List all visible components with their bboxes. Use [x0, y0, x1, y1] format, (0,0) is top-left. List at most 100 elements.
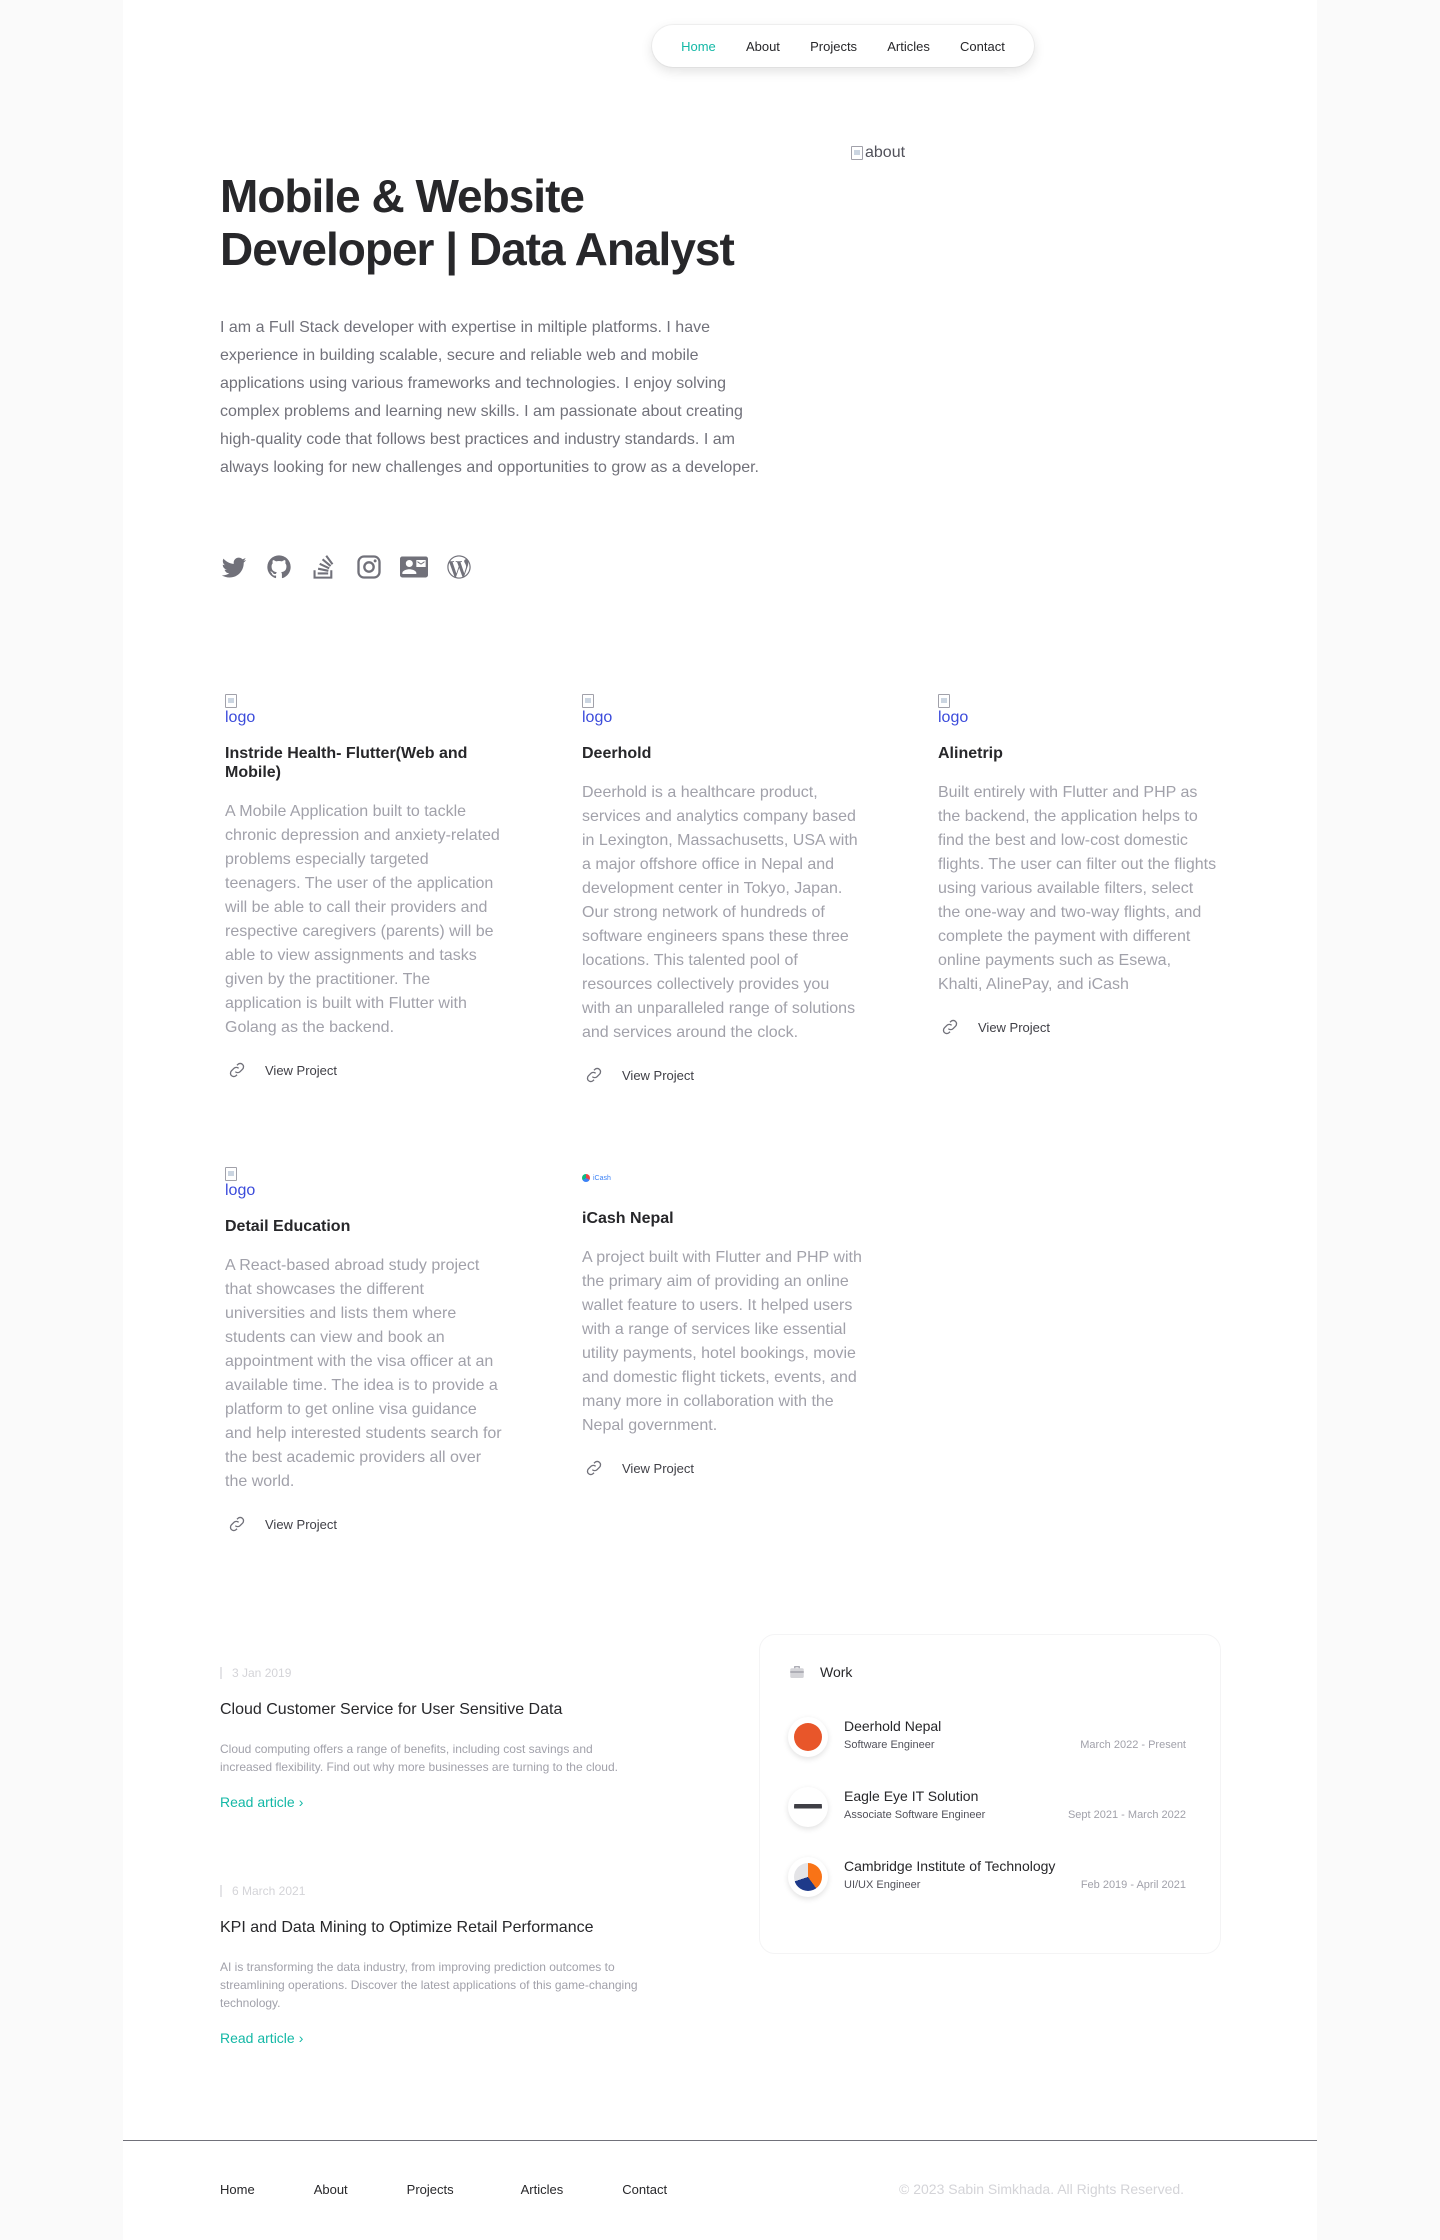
read-article-label: Read article [220, 1794, 295, 1810]
chevron-right-icon: › [298, 1794, 304, 1810]
nav-contact[interactable]: Contact [960, 39, 1005, 54]
view-project-link[interactable]: View Project [225, 1060, 505, 1080]
link-icon [229, 1516, 245, 1532]
top-nav: Home About Projects Articles Contact [652, 25, 1034, 67]
nav-about[interactable]: About [746, 39, 780, 54]
footer-projects[interactable]: Projects [407, 2182, 454, 2197]
broken-image-icon [851, 146, 863, 160]
link-icon [229, 1062, 245, 1078]
company-name: Eagle Eye IT Solution [844, 1788, 979, 1804]
job-period: March 2022 - Present [1080, 1739, 1186, 1751]
link-icon [586, 1460, 602, 1476]
company-logo [788, 1787, 828, 1827]
company-logo [788, 1717, 828, 1757]
broken-image-icon [225, 694, 237, 708]
broken-image-icon [582, 694, 594, 708]
article-title[interactable]: Cloud Customer Service for User Sensitiv… [220, 1700, 640, 1720]
job-item: Deerhold Nepal Software Engineer March 2… [788, 1717, 1192, 1757]
project-card: logo Alinetrip Built entirely with Flutt… [938, 694, 1218, 1037]
footer-articles[interactable]: Articles [521, 2182, 564, 2197]
page-container: Home About Projects Articles Contact Mob… [123, 0, 1317, 2240]
date-divider [220, 1667, 222, 1679]
work-heading-text: Work [820, 1664, 853, 1680]
view-project-label: View Project [265, 1516, 338, 1532]
project-title: Detail Education [225, 1218, 351, 1235]
project-logo: logo [938, 694, 1218, 726]
article-date: 3 Jan 2019 [220, 1666, 640, 1680]
project-logo: logo [225, 694, 505, 726]
view-project-label: View Project [622, 1067, 695, 1083]
project-description: A React-based abroad study project that … [225, 1257, 502, 1490]
view-project-link[interactable]: View Project [582, 1065, 862, 1085]
logo-alt-text: logo [582, 709, 613, 726]
company-name: Cambridge Institute of Technology [844, 1858, 1056, 1874]
read-article-link[interactable]: Read article › [220, 2030, 303, 2046]
github-icon[interactable] [265, 553, 293, 581]
article-date-text: 3 Jan 2019 [232, 1666, 292, 1680]
project-title: Instride Health- Flutter(Web and Mobile) [225, 745, 468, 781]
nav-home[interactable]: Home [681, 39, 716, 54]
job-period: Feb 2019 - April 2021 [1080, 1879, 1186, 1891]
footer-about[interactable]: About [314, 2182, 348, 2197]
view-project-label: View Project [978, 1019, 1051, 1035]
logo-alt-text: logo [225, 709, 256, 726]
copyright-text: © 2023 Sabin Simkhada. All Rights Reserv… [899, 2181, 1185, 2197]
mail-stack-icon[interactable] [400, 553, 428, 581]
footer-contact[interactable]: Contact [622, 2182, 667, 2197]
article-card: 3 Jan 2019 Cloud Customer Service for Us… [220, 1666, 640, 1812]
icash-mark-icon [582, 1174, 590, 1182]
job-role: UI/UX Engineer [844, 1879, 921, 1891]
article-title[interactable]: KPI and Data Mining to Optimize Retail P… [220, 1918, 640, 1938]
icash-logo-text: iCash [593, 1174, 611, 1182]
logo-alt-text: logo [225, 1182, 256, 1199]
article-summary: AI is transforming the data industry, fr… [220, 1960, 638, 2010]
about-image-alt: about [865, 144, 906, 161]
hero-description: I am a Full Stack developer with experti… [220, 319, 759, 476]
project-description: Deerhold is a healthcare product, servic… [582, 784, 858, 1041]
job-role: Software Engineer [844, 1739, 935, 1751]
read-article-link[interactable]: Read article › [220, 1794, 303, 1810]
social-links [220, 553, 473, 581]
hero-title: Mobile & Website Developer | Data Analys… [220, 170, 735, 275]
project-title: Alinetrip [938, 745, 1003, 762]
icash-logo: iCash [582, 1172, 862, 1184]
article-date-text: 6 March 2021 [232, 1884, 306, 1898]
link-icon [942, 1019, 958, 1035]
link-icon [586, 1067, 602, 1083]
company-logo [788, 1857, 828, 1897]
company-name: Deerhold Nepal [844, 1718, 942, 1734]
project-logo: logo [582, 694, 862, 726]
twitter-icon[interactable] [220, 553, 248, 581]
about-image: about [851, 144, 1151, 444]
view-project-link[interactable]: View Project [582, 1458, 862, 1478]
project-card: logo Instride Health- Flutter(Web and Mo… [225, 694, 505, 1080]
project-title: Deerhold [582, 745, 652, 762]
job-period: Sept 2021 - March 2022 [1067, 1809, 1186, 1821]
broken-image-icon [938, 694, 950, 708]
date-divider [220, 1885, 222, 1897]
job-item: Cambridge Institute of Technology UI/UX … [788, 1857, 1192, 1897]
nav-projects[interactable]: Projects [810, 39, 857, 54]
wordpress-icon[interactable] [445, 553, 473, 581]
work-panel: Work Deerhold Nepal Software Engineer Ma… [759, 1634, 1221, 1954]
view-project-link[interactable]: View Project [938, 1017, 1218, 1037]
project-title: iCash Nepal [582, 1210, 674, 1227]
project-card: logo Deerhold Deerhold is a healthcare p… [582, 694, 862, 1085]
article-summary: Cloud computing offers a range of benefi… [220, 1742, 618, 1774]
project-logo: logo [225, 1167, 505, 1199]
instagram-icon[interactable] [355, 553, 383, 581]
job-role: Associate Software Engineer [844, 1809, 986, 1821]
project-description: Built entirely with Flutter and PHP as t… [938, 784, 1217, 993]
view-project-label: View Project [622, 1460, 695, 1476]
nav-articles[interactable]: Articles [887, 39, 930, 54]
job-item: Eagle Eye IT Solution Associate Software… [788, 1787, 1192, 1827]
chevron-right-icon: › [298, 2030, 304, 2046]
footer-home[interactable]: Home [220, 2182, 255, 2197]
project-card: iCash iCash Nepal A project built with F… [582, 1172, 862, 1478]
view-project-link[interactable]: View Project [225, 1514, 505, 1534]
project-description: A project built with Flutter and PHP wit… [582, 1249, 862, 1434]
work-heading: Work [788, 1663, 1192, 1681]
stackoverflow-icon[interactable] [310, 553, 338, 581]
footer-divider [123, 2140, 1317, 2141]
project-card: logo Detail Education A React-based abro… [225, 1167, 505, 1534]
